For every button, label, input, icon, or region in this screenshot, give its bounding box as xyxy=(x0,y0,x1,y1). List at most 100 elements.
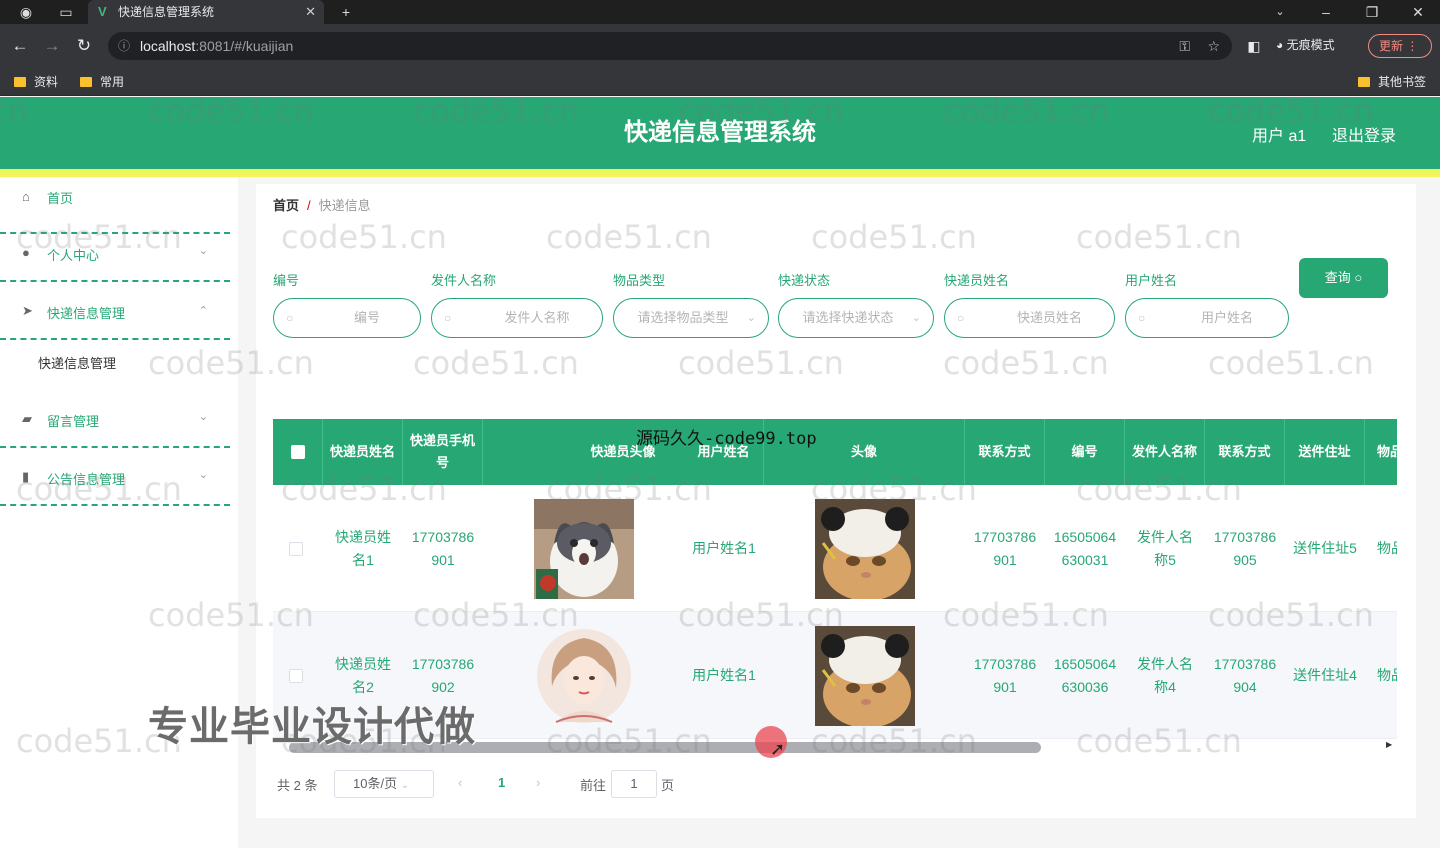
sidebar-item-label: 个人中心 xyxy=(47,248,100,263)
cell-sender-contact: 17703786905 xyxy=(1213,528,1277,568)
col-sender: 发件人名称 xyxy=(1125,419,1205,485)
chevron-down-icon: ⌄ xyxy=(198,245,208,257)
chevron-up-icon: ⌃ xyxy=(198,305,208,317)
col-address: 送件住址 xyxy=(1285,419,1365,485)
courier-placeholder: 快递员姓名 xyxy=(1016,310,1082,325)
cell-address: 送件住址5 xyxy=(1293,540,1357,556)
query-button[interactable]: 查询 ○ xyxy=(1299,258,1388,298)
user-search-input[interactable]: ○ 用户姓名 xyxy=(1125,298,1289,338)
window-close-icon[interactable]: ✕ xyxy=(1406,0,1430,24)
bookmark-label: 常用 xyxy=(100,75,125,89)
breadcrumb: 首页 / 快递信息 xyxy=(273,195,371,214)
query-label: 查询 xyxy=(1324,270,1351,285)
filter-label-item-type: 物品类型 xyxy=(613,273,666,288)
cell-item: 物品 xyxy=(1377,540,1397,556)
sidebar-item-label: 快递信息管理 xyxy=(47,306,126,321)
pagination-total: 共 2 条 xyxy=(277,778,318,793)
bookmark-folder-changyong[interactable]: 常用 xyxy=(80,72,124,92)
page-number-current[interactable]: 1 xyxy=(498,775,505,790)
filter-label-id: 编号 xyxy=(273,273,300,288)
row-checkbox[interactable] xyxy=(273,485,319,612)
cell-courier-phone: 17703786901 xyxy=(411,528,475,568)
breadcrumb-separator: / xyxy=(307,198,311,213)
maximize-icon[interactable]: ❐ xyxy=(1360,0,1384,24)
sender-placeholder: 发件人名称 xyxy=(504,310,570,325)
sender-search-input[interactable]: ○ 发件人名称 xyxy=(431,298,603,338)
cell-user-name: 用户姓名1 xyxy=(692,540,756,556)
goto-page-input[interactable]: 1 xyxy=(611,770,657,798)
cell-sender: 发件人名称4 xyxy=(1137,655,1193,695)
vue-logo-icon: V xyxy=(98,4,107,19)
incognito-label: 无痕模式 xyxy=(1286,38,1335,52)
folder-icon xyxy=(80,77,92,87)
filter-label-user: 用户姓名 xyxy=(1125,273,1178,288)
cat-hat-image xyxy=(814,498,915,599)
sidebar-item-express[interactable]: ➤ 快递信息管理 ⌃ xyxy=(0,283,230,340)
courier-search-input[interactable]: ○ 快递员姓名 xyxy=(944,298,1115,338)
chevron-down-icon: ⌄ xyxy=(911,312,921,324)
status-select[interactable]: 请选择快递状态 ⌄ xyxy=(778,298,934,338)
info-icon: ⓘ xyxy=(118,39,131,53)
header-stripe xyxy=(0,169,1440,177)
cell-address: 送件住址4 xyxy=(1293,667,1357,683)
mouse-cursor-icon: ➚ xyxy=(770,739,786,759)
sidepanel-icon[interactable]: ◧ xyxy=(1242,34,1266,58)
col-contact: 联系方式 xyxy=(965,419,1045,485)
browser-tab-strip: ◉ ▭ V 快递信息管理系统 ✕ + ⌄ – ❐ ✕ xyxy=(0,0,1440,24)
minimize-icon[interactable]: – xyxy=(1314,0,1338,24)
bookmark-folder-other[interactable]: 其他书签 xyxy=(1358,72,1426,92)
item-type-select[interactable]: 请选择物品类型 ⌄ xyxy=(613,298,769,338)
sidebar-item-notices[interactable]: ▮ 公告信息管理 ⌄ xyxy=(0,449,230,506)
next-page-button[interactable]: › xyxy=(536,775,540,790)
key-icon[interactable]: ⚿ xyxy=(1179,32,1190,60)
breadcrumb-current: 快递信息 xyxy=(318,198,371,213)
close-tab-icon[interactable]: ✕ xyxy=(305,0,316,24)
tab-search-icon[interactable]: ▭ xyxy=(54,0,78,24)
url-field[interactable]: ⓘ localhost:8081/#/kuaijian ⚿ ☆ xyxy=(108,32,1232,60)
forward-icon[interactable]: → xyxy=(40,34,64,58)
browser-menu-icon[interactable]: ◉ xyxy=(14,0,38,24)
search-icon: ○ xyxy=(286,311,294,325)
cell-avatar xyxy=(764,485,965,612)
logout-link[interactable]: 退出登录 xyxy=(1332,122,1396,146)
id-search-input[interactable]: ○ 编号 xyxy=(273,298,421,338)
bookmark-folder-ziliao[interactable]: 资料 xyxy=(14,72,58,92)
search-icon: ○ xyxy=(1354,270,1363,285)
cell-sender: 发件人名称5 xyxy=(1137,528,1193,568)
table-header: 快递员姓名 快递员手机号 快递员头像 用户姓名 头像 联系方式 编号 发件人名称… xyxy=(273,419,1397,485)
col-id: 编号 xyxy=(1045,419,1125,485)
cat-hat-image xyxy=(814,625,915,726)
sidebar-item-messages[interactable]: ▰ 留言管理 ⌄ xyxy=(0,391,230,448)
chevron-down-icon[interactable]: ⌄ xyxy=(1268,0,1292,24)
incognito-indicator[interactable]: ◕ 无痕模式 xyxy=(1276,36,1335,53)
page-size-value: 10条/页 xyxy=(353,776,398,791)
sidebar-item-profile[interactable]: ● 个人中心 ⌄ xyxy=(0,225,230,282)
page-unit-label: 页 xyxy=(661,778,675,793)
filter-label-sender: 发件人名称 xyxy=(431,273,497,288)
submenu-item-express-manage[interactable]: 快递信息管理 xyxy=(38,353,116,372)
cell-contact: 17703786901 xyxy=(973,655,1037,695)
browser-tab[interactable]: V 快递信息管理系统 ✕ xyxy=(88,0,324,24)
star-icon[interactable]: ☆ xyxy=(1207,32,1220,60)
prev-page-button[interactable]: ‹ xyxy=(458,775,462,790)
update-button[interactable]: 更新 ⋮ xyxy=(1368,34,1432,58)
page-size-select[interactable]: 10条/页 ⌄ xyxy=(334,770,434,798)
folder-icon xyxy=(1358,77,1370,87)
table-row: 快递员姓名1 17703786901 用户姓名1 17703786901 165… xyxy=(273,485,1397,612)
chevron-down-icon: ⌄ xyxy=(400,780,410,791)
address-bar: ← → ↻ ⓘ localhost:8081/#/kuaijian ⚿ ☆ ◧ … xyxy=(0,24,1440,68)
back-icon[interactable]: ← xyxy=(8,34,32,58)
reload-icon[interactable]: ↻ xyxy=(72,34,96,58)
new-tab-icon[interactable]: + xyxy=(334,0,358,24)
scroll-right-arrow-icon[interactable]: ▶ xyxy=(1386,740,1392,749)
breadcrumb-home[interactable]: 首页 xyxy=(273,198,299,213)
cell-courier-name: 快递员姓名1 xyxy=(335,528,391,568)
filter-label-status: 快递状态 xyxy=(778,273,831,288)
send-icon: ➤ xyxy=(22,303,33,318)
url-host: localhost xyxy=(140,38,196,54)
select-all-checkbox[interactable] xyxy=(273,419,323,485)
filter-label-courier: 快递员姓名 xyxy=(944,273,1010,288)
goto-label: 前往 xyxy=(580,778,607,793)
chevron-down-icon: ⌄ xyxy=(198,411,208,423)
folder-icon xyxy=(14,77,26,87)
